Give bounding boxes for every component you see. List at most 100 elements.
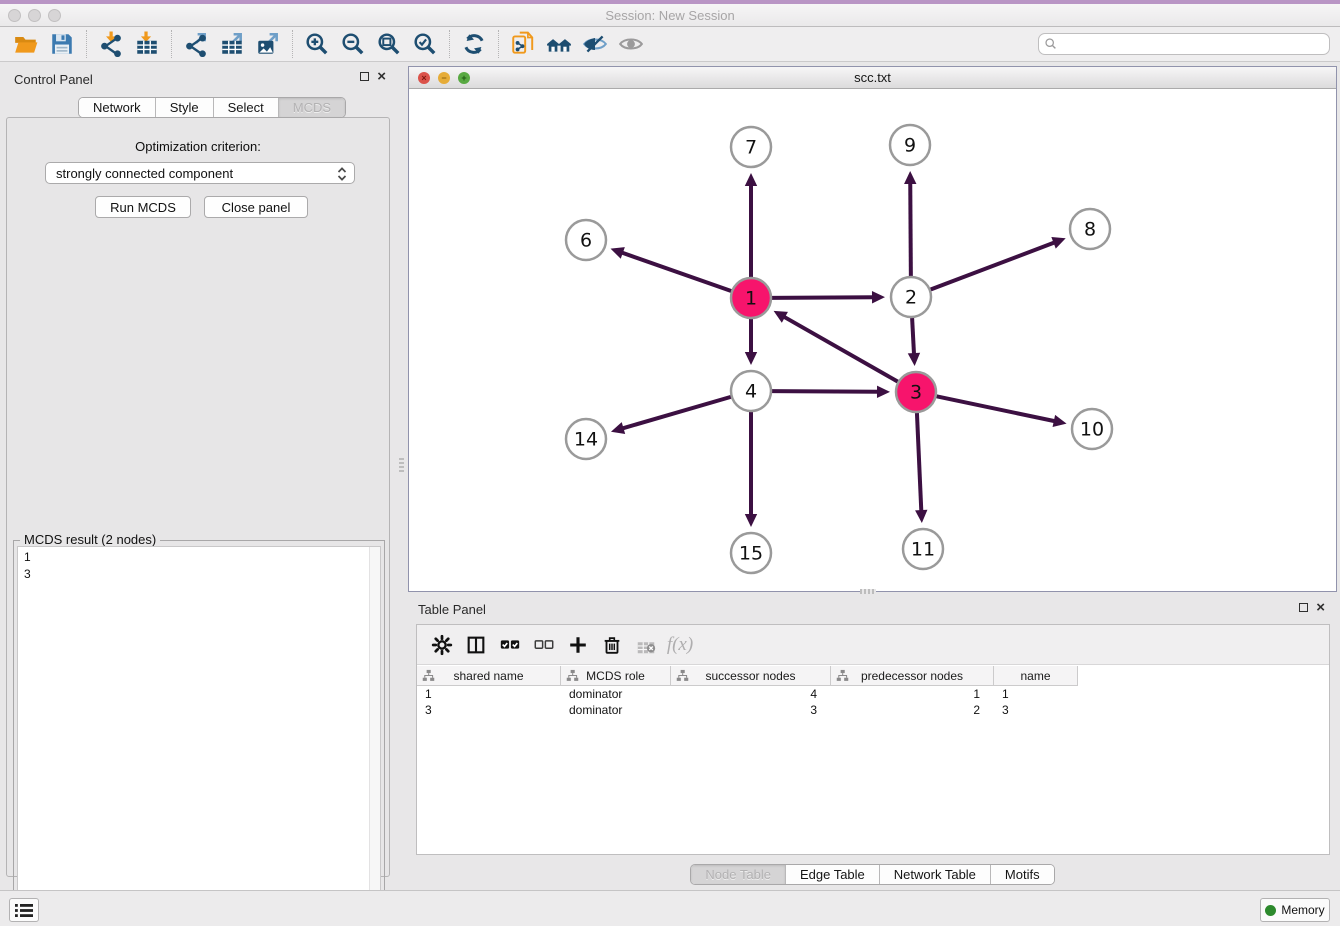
table-cell[interactable]: 3	[417, 703, 561, 719]
table-cell[interactable]: 3	[671, 703, 831, 719]
vertical-splitter-handle[interactable]	[399, 458, 404, 474]
column-header-shared-name[interactable]: shared name	[417, 666, 561, 686]
tab-network-table[interactable]: Network Table	[880, 865, 991, 884]
edge-arrowhead	[872, 291, 885, 303]
delete-row-button[interactable]	[595, 629, 629, 661]
settings-button[interactable]	[425, 629, 459, 661]
edge-1-6[interactable]	[621, 252, 731, 291]
add-row-button[interactable]	[561, 629, 595, 661]
table-cell[interactable]: 4	[671, 687, 831, 703]
tab-motifs[interactable]: Motifs	[991, 865, 1054, 884]
edge-3-11[interactable]	[917, 413, 921, 512]
table-cell[interactable]: 1	[994, 687, 1078, 703]
hide-graphics-details-button[interactable]	[577, 29, 613, 59]
horizontal-splitter-handle[interactable]	[860, 589, 876, 594]
graph-node-label-7: 7	[745, 137, 757, 159]
zoom-selected-button[interactable]	[407, 29, 443, 59]
column-header-predecessor-nodes[interactable]: predecessor nodes	[831, 666, 994, 686]
task-list-icon	[14, 903, 34, 918]
toolbar-separator	[498, 30, 499, 58]
column-header-successor-nodes[interactable]: successor nodes	[671, 666, 831, 686]
edge-2-9[interactable]	[910, 182, 911, 276]
graph-node-label-9: 9	[904, 135, 916, 157]
memory-button[interactable]: Memory	[1260, 898, 1330, 922]
network-canvas[interactable]: 7968124314101511	[409, 89, 1336, 591]
zoom-in-button[interactable]	[299, 29, 335, 59]
column-header-name[interactable]: name	[994, 666, 1078, 686]
table-cell[interactable]: dominator	[561, 703, 671, 719]
search-input[interactable]	[1058, 35, 1329, 53]
tab-edge-table[interactable]: Edge Table	[786, 865, 880, 884]
result-line: 3	[18, 566, 380, 583]
tab-network[interactable]: Network	[79, 98, 156, 117]
tab-style[interactable]: Style	[156, 98, 214, 117]
column-tree-icon	[836, 669, 849, 682]
select-all-button[interactable]	[493, 629, 527, 661]
table-row[interactable]: 1dominator411	[417, 687, 1078, 703]
columns-button[interactable]	[459, 629, 493, 661]
save-session-button[interactable]	[44, 29, 80, 59]
table-header-row: shared nameMCDS rolesuccessor nodes prede…	[417, 666, 1078, 686]
control-panel-tabs: NetworkStyleSelectMCDS	[78, 97, 346, 118]
ndex-home-icon	[546, 31, 572, 57]
float-table-panel-icon[interactable]	[1299, 603, 1308, 612]
unselect-all-button[interactable]	[527, 629, 561, 661]
network-window-titlebar[interactable]: × − + scc.txt	[409, 67, 1336, 89]
column-header-MCDS-role[interactable]: MCDS role	[561, 666, 671, 686]
export-table-button[interactable]	[214, 29, 250, 59]
table-cell[interactable]: 2	[831, 703, 994, 719]
function-builder-button: f(x)	[663, 629, 697, 661]
network-view-window: × − + scc.txt 7968124314101511	[408, 66, 1337, 592]
edge-1-2[interactable]	[772, 297, 874, 298]
import-table-button[interactable]	[129, 29, 165, 59]
float-panel-icon[interactable]	[360, 72, 369, 81]
tab-node-table[interactable]: Node Table	[691, 865, 786, 884]
edge-4-14[interactable]	[622, 397, 731, 429]
show-graphics-details-icon	[618, 31, 644, 57]
edge-arrowhead	[877, 386, 890, 398]
edge-2-3[interactable]	[912, 318, 914, 355]
criterion-select[interactable]: strongly connected component	[45, 162, 355, 184]
column-tree-icon	[566, 669, 579, 682]
mcds-result-textarea[interactable]: 13	[17, 546, 381, 909]
application-window: Session: New Session Control Panel × Net…	[0, 0, 1340, 926]
zoom-out-button[interactable]	[335, 29, 371, 59]
task-history-button[interactable]	[9, 898, 39, 922]
mcds-result-lines: 13	[18, 549, 380, 583]
zoom-fit-button[interactable]	[371, 29, 407, 59]
table-cell[interactable]: 1	[417, 687, 561, 703]
import-network-button[interactable]	[93, 29, 129, 59]
graph-node-label-8: 8	[1084, 219, 1096, 241]
edge-2-8[interactable]	[931, 242, 1056, 289]
mac-titlebar[interactable]: Session: New Session	[0, 4, 1340, 27]
edge-arrowhead	[1053, 415, 1067, 427]
control-panel: Control Panel × NetworkStyleSelectMCDS O…	[0, 66, 396, 882]
export-network-button[interactable]	[178, 29, 214, 59]
delete-row-icon	[601, 634, 623, 656]
toolbar-separator	[292, 30, 293, 58]
export-image-button[interactable]	[250, 29, 286, 59]
edge-4-3[interactable]	[772, 391, 879, 392]
close-panel-button[interactable]: Close panel	[204, 196, 308, 218]
close-table-panel-icon[interactable]: ×	[1316, 603, 1325, 612]
table-cell[interactable]: dominator	[561, 687, 671, 703]
close-panel-icon[interactable]: ×	[377, 72, 386, 81]
result-scrollbar[interactable]	[369, 547, 380, 908]
hide-graphics-details-icon	[582, 31, 608, 57]
refresh-button[interactable]	[456, 29, 492, 59]
column-label: predecessor nodes	[861, 669, 963, 683]
edge-3-10[interactable]	[937, 396, 1056, 421]
table-row[interactable]: 3dominator323	[417, 703, 1078, 719]
tab-select[interactable]: Select	[214, 98, 279, 117]
graph-node-label-3: 3	[910, 382, 922, 404]
clone-network-button[interactable]	[505, 29, 541, 59]
search-field[interactable]	[1038, 33, 1330, 55]
ndex-home-button[interactable]	[541, 29, 577, 59]
run-mcds-button[interactable]: Run MCDS	[95, 196, 191, 218]
tab-mcds[interactable]: MCDS	[279, 98, 345, 117]
table-cell[interactable]: 1	[831, 687, 994, 703]
edge-3-1[interactable]	[783, 316, 898, 381]
main-toolbar	[0, 27, 1340, 62]
table-cell[interactable]: 3	[994, 703, 1078, 719]
open-session-button[interactable]	[8, 29, 44, 59]
